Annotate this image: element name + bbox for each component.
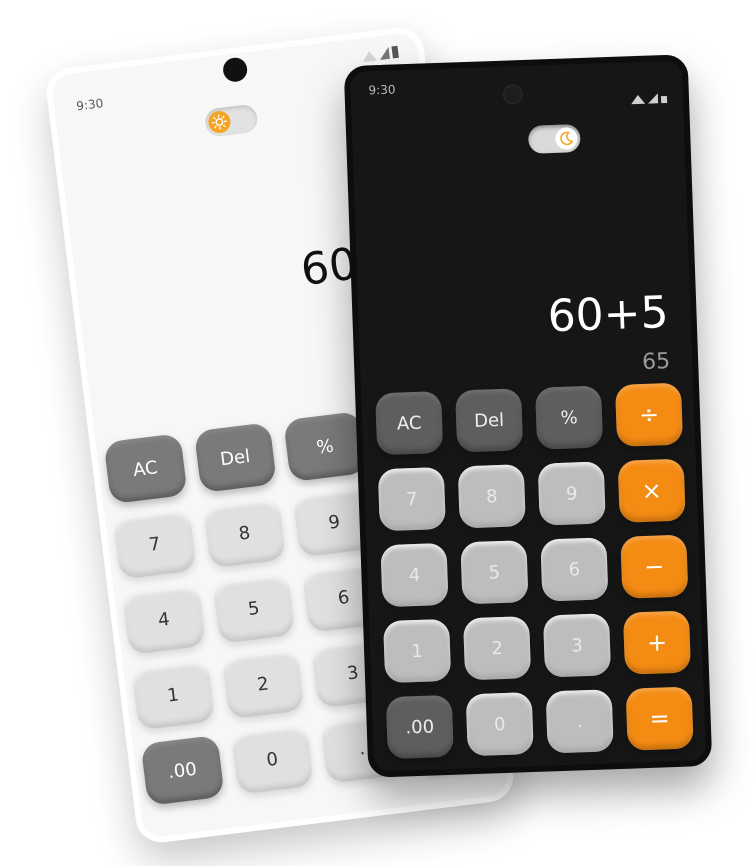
key-digit-2-button[interactable]: 2 — [463, 616, 532, 681]
status-icons — [630, 93, 668, 105]
key-clear-button[interactable]: AC — [375, 391, 444, 456]
expression-display: 60+5 — [546, 287, 670, 343]
theme-toggle[interactable] — [527, 124, 581, 154]
sun-icon — [207, 109, 232, 135]
keypad: ACDel%÷ 789× 456− 123+ .000.= — [375, 382, 694, 760]
key-subtract-button[interactable]: − — [620, 534, 689, 599]
battery-icon — [391, 45, 399, 59]
wifi-icon — [361, 50, 378, 63]
battery-icon — [660, 95, 668, 104]
key-decimal-button[interactable]: . — [545, 689, 614, 754]
key-double-zero-button[interactable]: .00 — [385, 694, 454, 760]
moon-icon — [554, 127, 578, 150]
front-camera — [502, 83, 524, 105]
key-digit-7-button[interactable]: 7 — [377, 466, 446, 532]
key-digit-8-button[interactable]: 8 — [202, 497, 287, 569]
status-time: 9:30 — [75, 96, 105, 114]
key-multiply-button[interactable]: × — [617, 458, 686, 523]
signal-icon — [378, 46, 390, 61]
key-digit-4-button[interactable]: 4 — [380, 542, 449, 608]
status-time: 9:30 — [368, 82, 396, 98]
key-delete-button[interactable]: Del — [455, 388, 524, 453]
key-digit-1-button[interactable]: 1 — [131, 659, 215, 731]
theme-toggle[interactable] — [203, 103, 259, 138]
wifi-icon — [630, 94, 646, 105]
status-icons — [361, 45, 399, 63]
key-digit-5-button[interactable]: 5 — [460, 540, 529, 605]
key-add-button[interactable]: + — [622, 610, 692, 675]
key-digit-8-button[interactable]: 8 — [457, 464, 526, 529]
key-equals-button[interactable]: = — [625, 686, 694, 751]
key-digit-1-button[interactable]: 1 — [383, 618, 452, 684]
dark-theme-phone: 9:30 60+5 65 AC Del% ÷ 7 8 9 × 4 5 6− 1 2 3 + .00 0. = — [343, 54, 713, 778]
key-delete-button[interactable]: Del — [193, 422, 277, 494]
key-digit-0-button[interactable]: 0 — [230, 723, 314, 795]
key-digit-3-button[interactable]: 3 — [542, 613, 612, 678]
key-digit-5-button[interactable]: 5 — [211, 573, 296, 644]
key-digit-4-button[interactable]: 4 — [122, 584, 206, 655]
key-percent-button[interactable]: % — [535, 385, 604, 450]
key-digit-9-button[interactable]: 9 — [537, 461, 606, 526]
key-percent-button[interactable]: % — [283, 411, 367, 483]
key-digit-7-button[interactable]: 7 — [112, 508, 197, 580]
signal-icon — [647, 93, 659, 104]
key-divide-button[interactable]: ÷ — [614, 382, 684, 447]
result-display: 65 — [641, 349, 671, 375]
key-digit-6-button[interactable]: 6 — [540, 537, 609, 602]
front-camera — [221, 56, 249, 84]
key-digit-0-button[interactable]: 0 — [465, 692, 534, 757]
key-double-zero-button[interactable]: .00 — [140, 734, 225, 806]
key-digit-2-button[interactable]: 2 — [221, 648, 305, 720]
key-clear-button[interactable]: AC — [103, 433, 188, 505]
